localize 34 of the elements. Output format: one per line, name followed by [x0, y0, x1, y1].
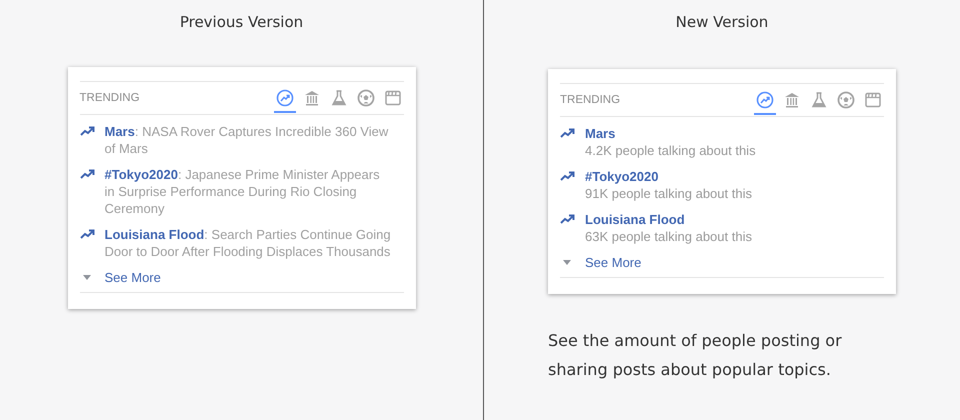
flask-icon: [330, 89, 348, 107]
caret-icon: [82, 275, 90, 280]
ball-icon: [837, 91, 855, 109]
trend-circle-icon: [276, 89, 294, 107]
topic-link[interactable]: #Tokyo2020: [585, 168, 752, 185]
panel-title: New Version: [676, 13, 768, 31]
trending-headline[interactable]: Mars: NASA Rover Captures Incredible 360 View of Mars: [104, 123, 392, 157]
trend-circle-icon: [756, 91, 774, 109]
trending-arrow-icon: [80, 169, 94, 179]
topic-link[interactable]: Mars: [585, 125, 756, 142]
clapperboard-icon: [384, 89, 402, 107]
trending-arrow-icon: [80, 229, 94, 239]
flask-icon: [810, 91, 828, 109]
caret-icon: [563, 260, 571, 265]
ball-icon: [356, 89, 374, 107]
clapperboard-icon: [864, 91, 882, 109]
trending-headline[interactable]: #Tokyo2020: Japanese Prime Minister Appears in Surprise Performance During Rio Closing Ceremony: [104, 166, 392, 217]
trending-headline[interactable]: Louisiana Flood: Search Parties Continue Going Door to Door After Flooding Displaces Thousands: [104, 226, 392, 260]
see-more-link[interactable]: See More: [585, 254, 642, 271]
trending-arrow-icon: [80, 126, 94, 136]
talking-count: 91K people talking about this: [585, 185, 752, 202]
trending-header: TRENDING: [560, 94, 620, 106]
see-more-link[interactable]: See More: [104, 269, 161, 286]
panel-title: Previous Version: [180, 13, 304, 31]
talking-count: 63K people talking about this: [585, 228, 752, 245]
building-icon: [302, 89, 320, 107]
talking-count: 4.2K people talking about this: [585, 142, 756, 159]
building-icon: [783, 91, 801, 109]
caption-text: See the amount of people posting or sharing posts about popular topics.: [548, 330, 843, 381]
trending-arrow-icon: [560, 214, 575, 224]
trending-arrow-icon: [560, 128, 575, 138]
trending-arrow-icon: [560, 171, 575, 181]
trending-header: TRENDING: [80, 92, 140, 104]
topic-link[interactable]: Louisiana Flood: [585, 211, 752, 228]
